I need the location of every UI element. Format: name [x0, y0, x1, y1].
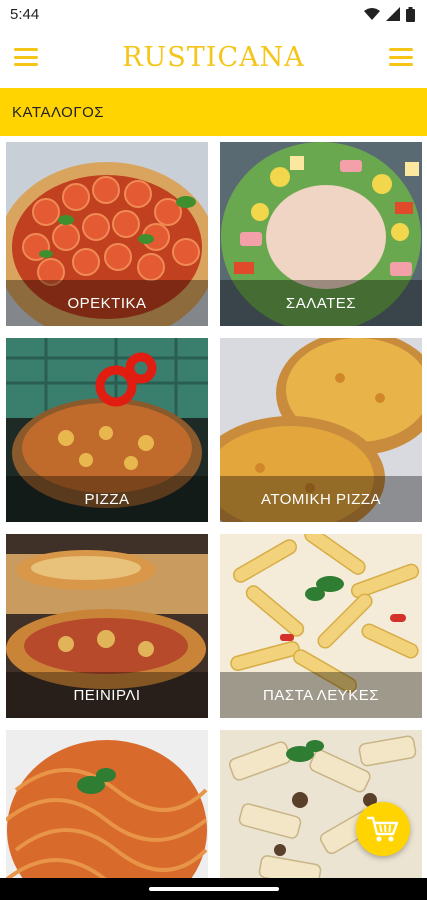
- brand-logo: RUSTICANA: [122, 41, 305, 73]
- app-header: RUSTICANA: [0, 28, 427, 86]
- cellular-icon: [386, 7, 400, 21]
- category-label: ΠΑΣΤΑ ΛΕΥΚΕΣ: [220, 672, 422, 718]
- category-label: PIZZA: [6, 476, 208, 522]
- status-time: 5:44: [10, 5, 40, 23]
- status-icons: [364, 6, 415, 22]
- category-tile-appetizers[interactable]: ΟΡΕΚΤΙΚΑ: [6, 142, 208, 326]
- shopping-cart-icon: [367, 816, 399, 842]
- battery-icon: [406, 6, 415, 22]
- wifi-icon: [364, 8, 380, 20]
- status-bar: 5:44: [0, 0, 427, 28]
- section-title-bar: ΚΑΤΑΛΟΓΟΣ: [0, 88, 427, 136]
- category-label: ΠΕΙΝΙΡΛΙ: [6, 672, 208, 718]
- system-navigation-bar: [0, 878, 427, 900]
- category-tile-white-pasta[interactable]: ΠΑΣΤΑ ΛΕΥΚΕΣ: [220, 534, 422, 718]
- menu-icon[interactable]: [14, 48, 38, 66]
- category-tile-salads[interactable]: ΣΑΛΑΤΕΣ: [220, 142, 422, 326]
- category-tile-individual-pizza[interactable]: ΑΤΟΜΙΚΗ PIZZA: [220, 338, 422, 522]
- home-gesture-handle[interactable]: [148, 887, 279, 891]
- cart-button[interactable]: [356, 802, 410, 856]
- category-label: ΣΑΛΑΤΕΣ: [220, 280, 422, 326]
- category-tile-pizza[interactable]: PIZZA: [6, 338, 208, 522]
- category-tile-peinirli[interactable]: ΠΕΙΝΙΡΛΙ: [6, 534, 208, 718]
- section-title: ΚΑΤΑΛΟΓΟΣ: [12, 103, 105, 121]
- red-pasta-image: [6, 730, 208, 878]
- category-label: ΑΤΟΜΙΚΗ PIZZA: [220, 476, 422, 522]
- menu-icon[interactable]: [388, 48, 413, 66]
- category-tile-7[interactable]: [6, 730, 208, 878]
- category-label: ΟΡΕΚΤΙΚΑ: [6, 280, 208, 326]
- category-grid: ΟΡΕΚΤΙΚΑ ΣΑΛΑΤΕΣ PIZZA ΑΤΟΜΙΚΗ PIZZA ΠΕΙ…: [0, 142, 427, 878]
